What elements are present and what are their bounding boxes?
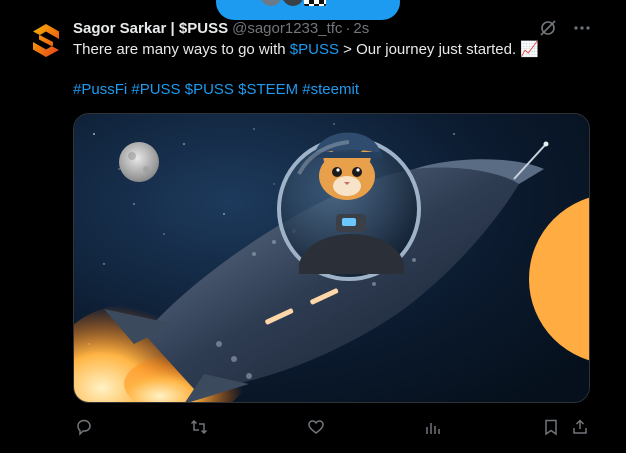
tweet-action-bar	[73, 416, 590, 438]
moon-shape	[119, 142, 159, 182]
cat-astronaut-image	[74, 114, 589, 402]
tweet-media-image[interactable]	[73, 113, 590, 403]
hashtag-list: #PussFi #PUSS $PUSS $STEEM #steemit	[73, 80, 593, 100]
timestamp[interactable]: 2s	[353, 20, 369, 37]
reply-icon[interactable]	[73, 416, 95, 438]
cashtag-link[interactable]: $STEEM	[238, 81, 298, 98]
share-icon[interactable]	[569, 416, 591, 438]
s-logo-icon	[33, 24, 59, 57]
new-posts-pill[interactable]: posted	[216, 0, 400, 20]
hashtag-link[interactable]: #PUSS	[131, 81, 180, 98]
tweet-text-part: > Our journey just started.	[338, 41, 521, 58]
chart-emoji: 📈	[520, 41, 539, 58]
tweet-top-actions	[538, 18, 592, 38]
bookmark-icon[interactable]	[540, 416, 562, 438]
cashtag-link[interactable]: $PUSS	[290, 41, 339, 58]
avatar[interactable]	[26, 20, 66, 60]
grok-icon[interactable]	[538, 18, 558, 38]
tweet-text: There are many ways to go with $PUSS > O…	[73, 40, 593, 100]
display-name[interactable]: Sagor Sarkar | $PUSS	[73, 20, 228, 37]
heart-icon[interactable]	[305, 416, 327, 438]
avatar	[302, 0, 328, 8]
views-icon[interactable]	[422, 416, 444, 438]
avatar	[258, 0, 284, 8]
user-handle[interactable]: @sagor1233_tfc	[232, 20, 342, 37]
repost-icon[interactable]	[188, 416, 210, 438]
cashtag-link[interactable]: $PUSS	[185, 81, 234, 98]
separator: ·	[345, 19, 351, 37]
tweet-text-part: There are many ways to go with	[73, 41, 290, 58]
tweet-header: Sagor Sarkar | $PUSS @sagor1233_tfc · 2s	[73, 18, 369, 38]
more-icon[interactable]	[572, 18, 592, 38]
hashtag-link[interactable]: #PussFi	[73, 81, 127, 98]
arrow-up-icon	[236, 0, 252, 5]
tweet-article[interactable]: posted Sagor Sarkar | $PUSS @sagor1233_t…	[0, 0, 626, 453]
hashtag-link[interactable]: #steemit	[302, 81, 359, 98]
